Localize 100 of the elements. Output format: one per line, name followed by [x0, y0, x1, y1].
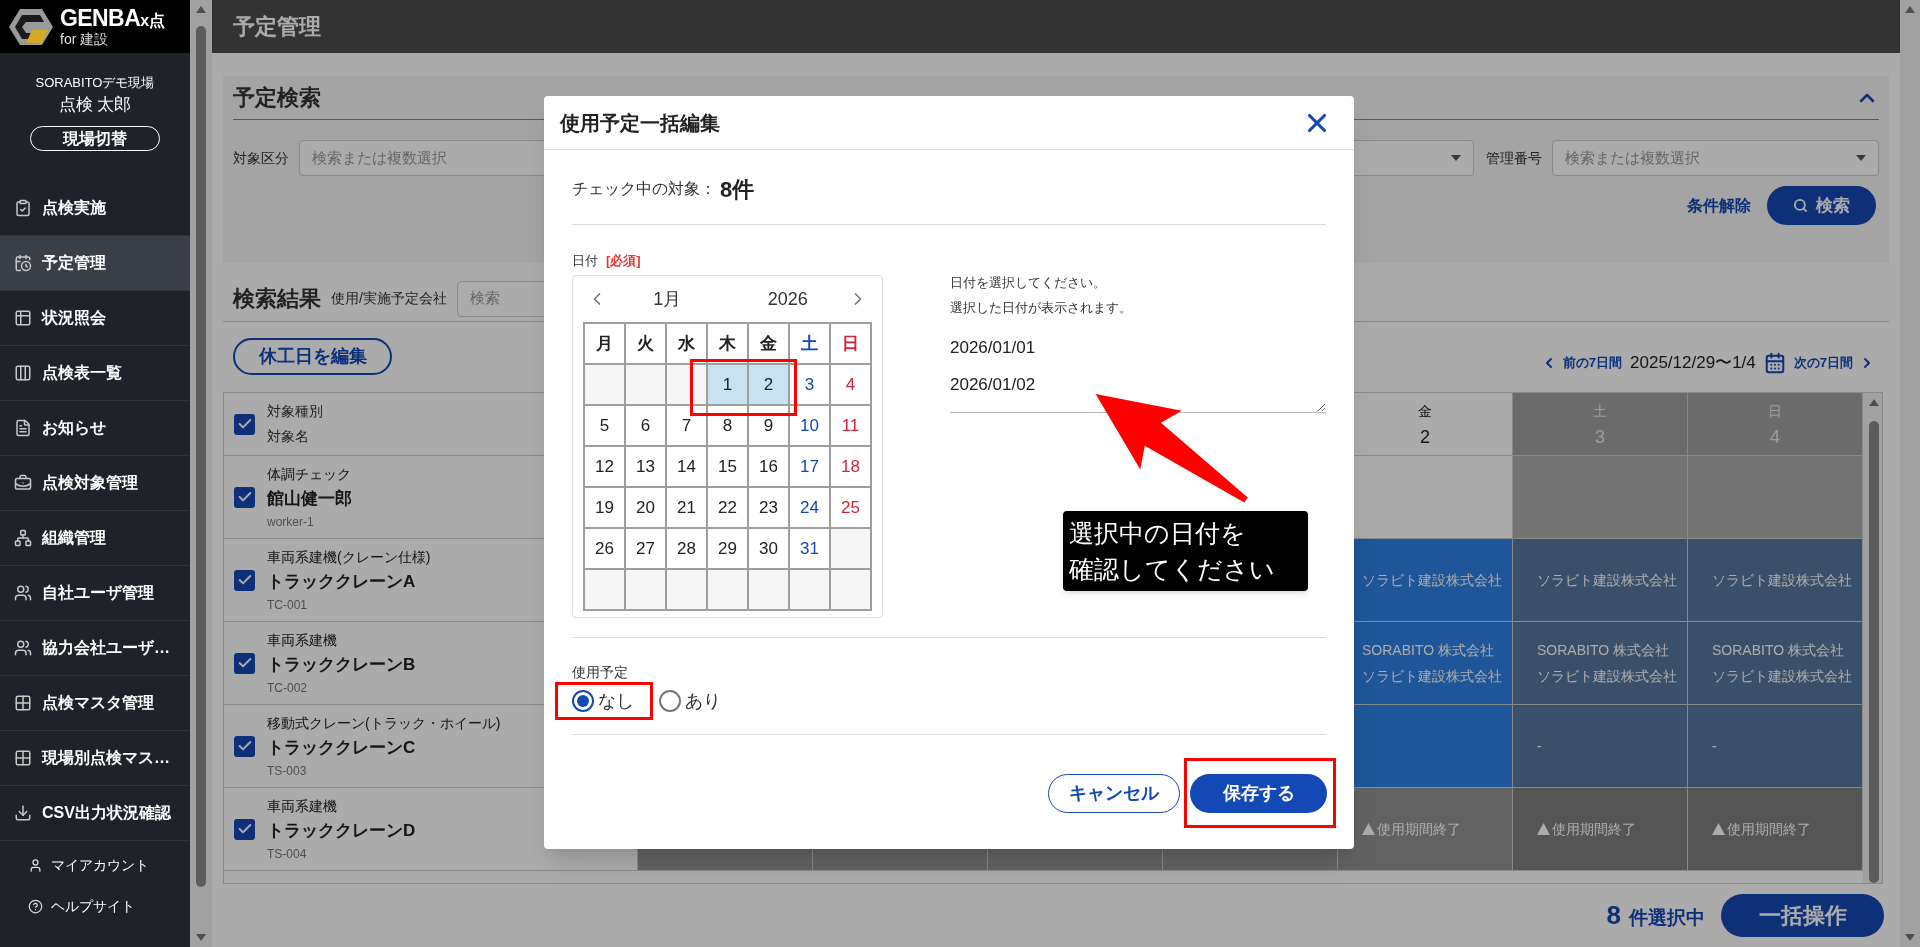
calendar-day[interactable]: 11 [831, 406, 872, 447]
footer-link[interactable]: マイアカウント [0, 845, 190, 886]
calendar-day[interactable]: 17 [790, 447, 831, 488]
save-button[interactable]: 保存する [1190, 774, 1327, 813]
scroll-up-icon[interactable] [1905, 6, 1915, 13]
calendar-day[interactable]: 12 [585, 447, 626, 488]
schedule-cell[interactable]: ソラビト建設株式会社 [1688, 539, 1863, 621]
calendar-month: 1月 [652, 287, 683, 311]
scroll-up-icon[interactable] [196, 6, 206, 13]
schedule-cell[interactable]: SORABITO 株式会社 ソラビト建設株式会社 [1513, 622, 1688, 704]
schedule-cell[interactable]: - [1688, 705, 1863, 787]
calendar-day[interactable]: 2 [749, 365, 790, 406]
scroll-down-icon[interactable] [196, 934, 206, 941]
checkbox[interactable] [234, 735, 255, 757]
calendar-day[interactable]: 25 [831, 488, 872, 529]
company-name: SORABITO 株式会社 [1362, 641, 1495, 660]
calendar-day[interactable]: 5 [585, 406, 626, 447]
search-button[interactable]: 検索 [1767, 186, 1876, 225]
calendar-day[interactable]: 15 [708, 447, 749, 488]
dropdown-caret-icon [1856, 155, 1866, 161]
scroll-down-icon[interactable] [1905, 934, 1915, 941]
status-text: 使用期間終了 [1727, 820, 1811, 839]
object-type: 移動式クレーン(トラック・ホイール) [267, 714, 501, 733]
previous-week-link[interactable]: 前の7日間 [1540, 353, 1623, 373]
cancel-button[interactable]: キャンセル [1048, 773, 1180, 813]
calendar-day[interactable]: 16 [749, 447, 790, 488]
calendar-day[interactable]: 13 [626, 447, 667, 488]
clear-link[interactable]: 条件解除 [1687, 193, 1751, 218]
schedule-cell[interactable] [1513, 456, 1688, 538]
object-type: 体調チェック [267, 465, 352, 484]
nav-item[interactable]: 予定管理 [0, 236, 190, 291]
calendar-day[interactable]: 6 [626, 406, 667, 447]
company-name: ソラビト建設株式会社 [1712, 571, 1853, 590]
object-name: 館山健一郎 [267, 488, 352, 510]
count-label: チェック中の対象： [572, 179, 716, 199]
object-code: TC-002 [267, 680, 308, 697]
calendar-day[interactable]: 8 [708, 406, 749, 447]
company-name: ソラビト建設株式会社 [1537, 667, 1678, 686]
object-code: worker-1 [267, 514, 315, 531]
calendar-day[interactable]: 9 [749, 406, 790, 447]
users-icon [14, 639, 32, 657]
site-name: SORABITOデモ現場 [35, 74, 155, 92]
schedule-cell[interactable] [1688, 456, 1863, 538]
section-title: 予定検索 [233, 84, 321, 112]
footer-link[interactable]: ヘルプサイト [0, 886, 190, 927]
company-name: - [1537, 737, 1543, 756]
checkbox[interactable] [234, 818, 255, 840]
grid-icon [14, 749, 32, 767]
calendar-day[interactable]: 1 [708, 365, 749, 406]
table-icon [14, 309, 32, 327]
warning-icon [1712, 823, 1725, 835]
grid-icon [14, 694, 32, 712]
calendar-day[interactable]: 4 [831, 365, 872, 406]
calendar-day[interactable]: 27 [626, 529, 667, 570]
schedule-cell[interactable]: SORABITO 株式会社 ソラビト建設株式会社 [1688, 622, 1863, 704]
status-text: 使用期間終了 [1552, 820, 1636, 839]
radio-option[interactable]: あり [659, 685, 721, 717]
hint-text: 選択した日付が表示されます。 [950, 299, 1133, 317]
schedule-cell[interactable]: - [1513, 705, 1688, 787]
callout-text: 確認してください [1069, 554, 1276, 585]
callout-text: 選択中の日付を [1069, 518, 1247, 549]
hint-text: 日付を選択してください。 [950, 274, 1107, 292]
scrollbar[interactable] [190, 0, 212, 947]
company-name: SORABITO 株式会社 [1712, 641, 1845, 660]
calendar-day[interactable]: 31 [790, 529, 831, 570]
calendar-day[interactable]: 7 [667, 406, 708, 447]
column-header: 対象名 [267, 427, 310, 446]
object-code: TC-001 [267, 597, 308, 614]
checkbox[interactable] [234, 569, 255, 591]
calendar-day[interactable]: 23 [749, 488, 790, 529]
checkbox[interactable] [234, 652, 255, 674]
next-week-link[interactable]: 次の7日間 [1793, 353, 1875, 373]
calendar-day[interactable]: 14 [667, 447, 708, 488]
checkbox[interactable] [234, 486, 255, 508]
calendar-day[interactable]: 22 [708, 488, 749, 529]
calendar-day[interactable]: 30 [749, 529, 790, 570]
calendar-day[interactable]: 28 [667, 529, 708, 570]
column-header: 対象種別 [267, 402, 323, 421]
schedule-cell[interactable]: ソラビト建設株式会社 [1513, 539, 1688, 621]
calendar-day[interactable]: 29 [708, 529, 749, 570]
filter-label: 対象区分 [233, 148, 289, 168]
calendar-day[interactable]: 18 [831, 447, 872, 488]
scrollbar[interactable] [1900, 0, 1920, 947]
calendar-day[interactable]: 19 [585, 488, 626, 529]
edit-holidays-button[interactable]: 休工日を編集 [233, 337, 392, 375]
scrollbar[interactable] [1863, 393, 1882, 883]
calendar-day[interactable]: 24 [790, 488, 831, 529]
object-type: 車両系建機(クレーン仕様) [267, 548, 431, 567]
columns-icon [14, 364, 32, 382]
object-code: TS-004 [267, 846, 308, 863]
calendar-day[interactable]: 20 [626, 488, 667, 529]
scroll-up-icon[interactable] [1868, 399, 1879, 406]
calendar-day[interactable]: 21 [667, 488, 708, 529]
radio-option[interactable]: なし [572, 685, 634, 717]
calendar-day[interactable]: 10 [790, 406, 831, 447]
calendar-clock-icon [14, 254, 32, 272]
bulk-action-button[interactable]: 一括操作 [1721, 893, 1884, 937]
calendar-day[interactable]: 26 [585, 529, 626, 570]
calendar-icon[interactable] [1763, 352, 1786, 374]
checkbox[interactable] [234, 413, 255, 435]
